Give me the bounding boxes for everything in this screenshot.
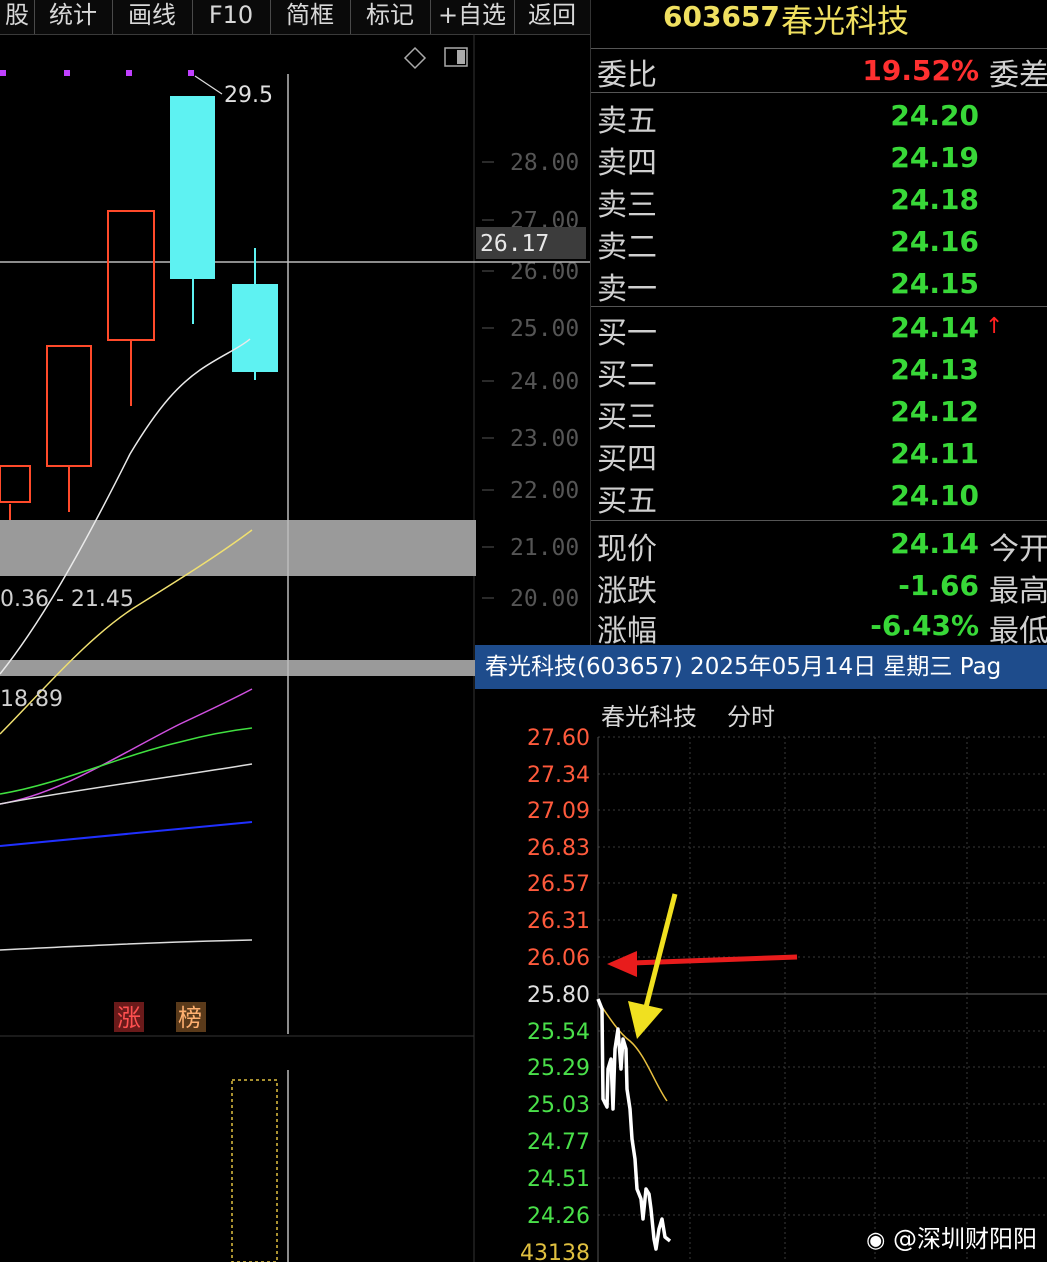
weibo-watermark: ◉ @深圳财阳阳 [866,1219,1037,1254]
signal-marker [126,70,132,76]
buy-level-label: 买二 [597,358,657,393]
open-label: 今开 [989,532,1047,567]
sell-level-label: 卖五 [597,104,657,139]
intraday-price-tick: 26.83 [527,836,590,861]
watermark-text: @深圳财阳阳 [893,1225,1037,1253]
support-band-lower [0,660,476,676]
change-pct-label: 涨幅 [597,614,657,649]
high-price-label: 29.5 [224,83,273,108]
intraday-price-tick: 24.26 [527,1204,590,1229]
sell-level-label: 卖四 [597,146,657,181]
price-tick: 21.00 [510,535,579,561]
price-tick: 20.00 [510,586,579,612]
candle-up [0,465,31,503]
toolbar-mark-button[interactable]: 标记 [350,0,431,34]
band-range-label: 0.36 - 21.45 [0,587,134,612]
diamond-icon[interactable] [403,46,427,70]
ranking-tag-label: 榜 [178,1004,202,1032]
sell-level-label: 卖一 [597,272,657,307]
intraday-price-tick: 25.29 [527,1056,590,1081]
buy-level-label: 买三 [597,400,657,435]
ma-line-white [0,338,251,675]
high-label: 最高 [989,574,1047,609]
weibi-value: 19.52% [862,54,979,87]
candle-up [107,210,155,341]
sell-level-price[interactable]: 24.19 [861,141,979,174]
support-band [0,520,476,576]
weicha-label: 委差 [989,58,1047,93]
indicator-line-grey [0,939,253,951]
intraday-price-tick: 27.60 [527,726,590,751]
stock-code: 603657 [663,0,780,33]
intraday-price-tick: 26.57 [527,872,590,897]
intraday-price-line [596,998,672,1251]
price-tick: 28.00 [510,150,579,176]
signal-marker [188,70,194,76]
change-label: 涨跌 [597,574,657,609]
toolbar-f10-button[interactable]: F10 [192,0,271,34]
low-label: 最低 [989,614,1047,649]
intraday-price-tick: 26.06 [527,946,590,971]
intraday-chart[interactable]: 27.60 27.34 27.09 26.83 26.57 26.31 26.0… [475,689,1047,1262]
candle-up [46,345,92,467]
buy-level-price[interactable]: 24.10 [861,479,979,512]
price-tick: 25.00 [510,316,579,342]
intraday-price-tick: 26.31 [527,909,590,934]
weibi-label: 委比 [597,58,657,93]
change-pct-value: -6.43% [870,609,979,642]
weibo-icon: ◉ [866,1228,886,1253]
signal-marker [0,70,6,76]
toolbar-stats-button[interactable]: 统计 [34,0,113,34]
price-tick: 22.00 [510,478,579,504]
intraday-price-tick: 24.51 [527,1167,590,1192]
buy-level-label: 买一 [597,316,657,351]
toolbar: 股 统计 画线 F10 简框 标记 +自选 返回 [0,0,591,35]
price-tick: 24.00 [510,369,579,395]
sell-level-price[interactable]: 24.20 [861,99,979,132]
current-price-value: 24.14 [890,527,979,560]
sell-level-price[interactable]: 24.15 [861,267,979,300]
intraday-volume-value: 43138 [520,1241,590,1262]
intraday-price-tick: 27.09 [527,799,590,824]
intraday-price-tick: 25.03 [527,1093,590,1118]
toolbar-simple-frame-button[interactable]: 简框 [270,0,351,34]
candle-down [170,96,215,279]
buy-level-label: 买四 [597,442,657,477]
sell-level-label: 卖二 [597,230,657,265]
buy-level-label: 买五 [597,484,657,519]
indicator-line-blue [0,821,253,847]
intraday-price-tick: 25.80 [527,983,590,1008]
candle-down [232,284,278,372]
sell-level-label: 卖三 [597,188,657,223]
buy-level-price[interactable]: 24.13 [861,353,979,386]
up-arrow-icon: ↑ [985,314,1004,339]
indicator-line-white [0,763,253,805]
change-value: -1.66 [898,569,979,602]
current-price-label: 现价 [597,532,657,567]
toolbar-stock-button[interactable]: 股 [0,0,35,34]
red-arrow-annotation [607,951,798,977]
crosshair-price: 26.17 [480,231,549,257]
panel-toggle-icon[interactable] [444,47,468,67]
stock-name: 春光科技 [781,2,910,40]
buy-level-price[interactable]: 24.11 [861,437,979,470]
intraday-price-tick: 24.77 [527,1130,590,1155]
toolbar-back-button[interactable]: 返回 [514,0,591,34]
price-tick: 23.00 [510,426,579,452]
toolbar-add-watchlist-button[interactable]: +自选 [430,0,515,34]
price-tick: 26.00 [510,259,579,285]
volume-bar [231,1079,278,1262]
limit-up-tag-label: 涨 [117,1004,141,1032]
sell-level-price[interactable]: 24.18 [861,183,979,216]
buy-level-price[interactable]: 24.12 [861,395,979,428]
quote-panel: 603657 春光科技 委比 19.52% 委差 卖五 24.20 卖四 24.… [590,0,1047,649]
intraday-price-tick: 27.34 [527,763,590,788]
ma-value-label: 18.89 [0,687,63,712]
signal-marker [64,70,70,76]
intraday-window-title[interactable]: 春光科技(603657) 2025年05月14日 星期三 Pag [475,645,1047,689]
buy-level-price[interactable]: 24.14 [861,311,979,344]
intraday-price-tick: 25.54 [527,1020,590,1045]
toolbar-draw-button[interactable]: 画线 [112,0,193,34]
sell-level-price[interactable]: 24.16 [861,225,979,258]
